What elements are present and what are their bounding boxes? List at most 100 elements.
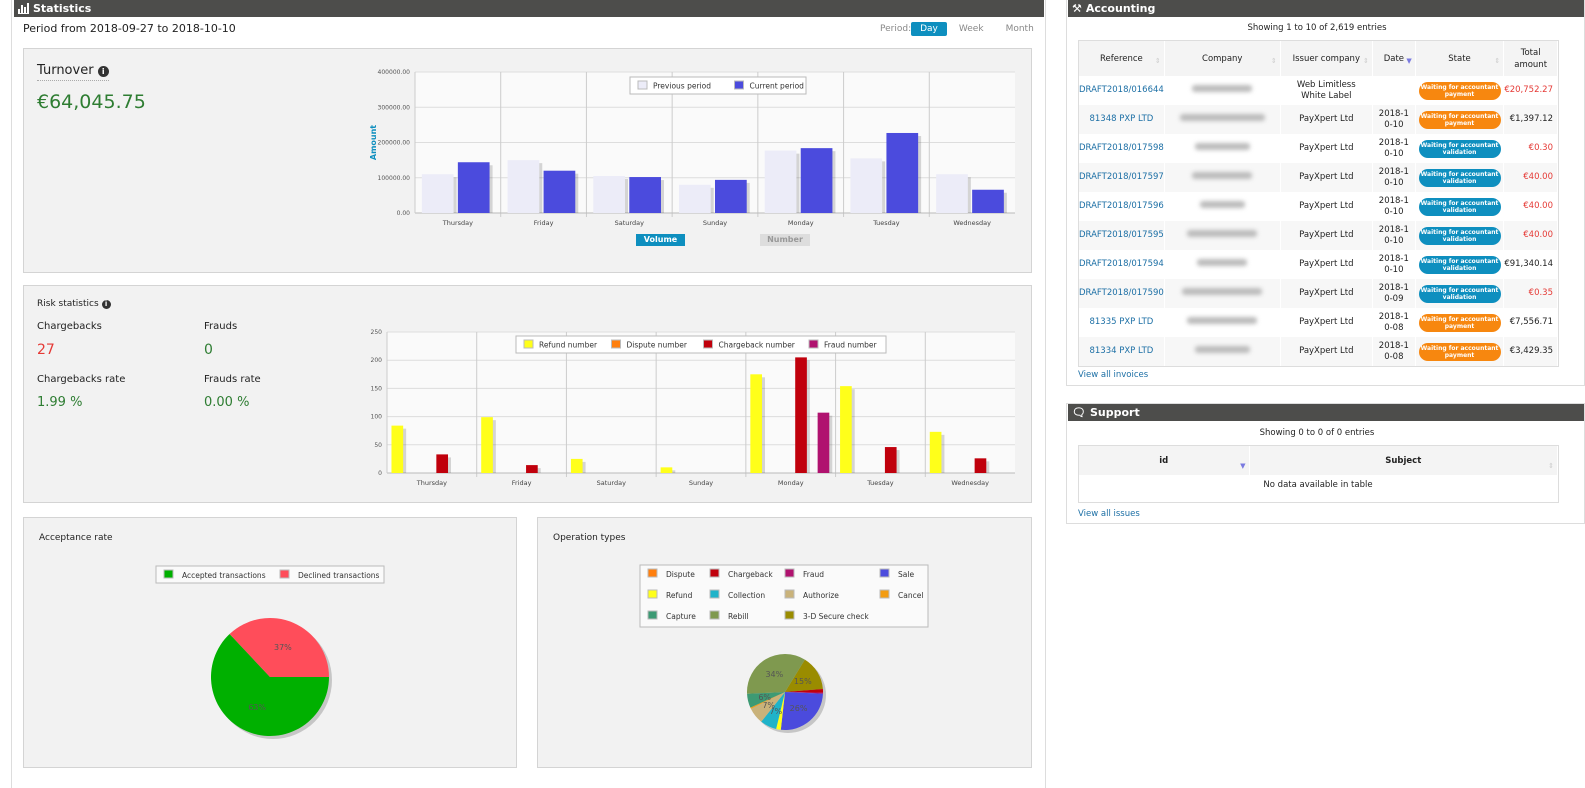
legend-label: Previous period [653,82,711,91]
issuer-company: Web Limitless White Label [1296,79,1356,101]
state-badge: Waiting for accountant validation [1418,226,1501,245]
column-label: State [1448,53,1471,64]
issuer-company: PayXpert Ltd [1299,288,1354,298]
total-amount: €0.35 [1528,288,1553,298]
legend-swatch [784,589,795,599]
column-header-id[interactable]: id ▼ [1079,446,1250,475]
column-header-company[interactable]: Company ⇕ [1164,41,1281,76]
invoice-reference-link[interactable]: 81335 PXP LTD [1089,317,1153,327]
legend-swatch [647,589,658,599]
invoice-reference-link[interactable]: 81348 PXP LTD [1089,114,1153,124]
legend-swatch [808,339,819,349]
table-row[interactable]: DRAFT2018/017596 PayXpert Ltd 2018-10-10 Wa… [1079,192,1558,221]
turnover-title-text: Turnover [37,63,94,78]
legend-label: Authorize [803,591,839,600]
bar-previous-period [936,174,968,213]
table-row[interactable]: DRAFT2018/017595 PayXpert Ltd 2018-10-10 Wa… [1079,221,1558,250]
x-tick-label: Monday [788,219,814,227]
bar-refund-number [481,417,493,473]
invoice-date: 2018-10-10 [1378,224,1409,246]
column-header-subject[interactable]: Subject ⇕ [1249,446,1558,475]
company-name-redacted [1187,317,1258,324]
total-amount: €40.00 [1523,230,1553,240]
column-header-issuer-company[interactable]: Issuer company ⇕ [1280,41,1373,76]
invoice-reference-link[interactable]: DRAFT2018/017590 [1079,288,1164,298]
pie-label: 6% [758,693,771,702]
column-header-state[interactable]: State ⇕ [1415,41,1505,76]
state-badge: Waiting for accountant payment [1418,313,1501,332]
invoice-date: 2018-10-09 [1378,282,1409,304]
table-row[interactable]: 81348 PXP LTD PayXpert Ltd 2018-10-10 Waiti… [1079,105,1558,134]
legend-label: Declined transactions [298,571,380,580]
legend-label: Chargeback number [719,341,796,350]
chargebacks-rate-label: Chargebacks rate [37,374,126,385]
legend-swatch [879,568,890,578]
legend-swatch [709,610,720,620]
info-icon[interactable]: i [101,300,111,309]
legend-swatch [784,610,795,620]
x-tick-label: Friday [534,219,554,227]
column-header-reference[interactable]: Reference ⇕ [1079,41,1165,76]
period-week-button[interactable]: Week [959,24,984,34]
y-tick-label: 300000.00 [378,104,411,111]
column-divider [1045,0,1046,788]
invoice-reference-link[interactable]: DRAFT2018/017596 [1079,201,1164,211]
table-row[interactable]: DRAFT2018/017590 PayXpert Ltd 2018-10-09 Wa… [1079,279,1558,308]
operations-pie-chart: 15%26%7%7%6%34%Dispute Chargeback Fraud Sal… [639,564,929,733]
invoice-date: 2018-10-10 [1378,253,1409,275]
x-tick-label: Sunday [689,479,713,487]
number-button[interactable]: Number [760,234,810,246]
legend-label: Cancel [898,591,923,600]
table-row[interactable]: DRAFT2018/017597 PayXpert Ltd 2018-10-10 Wa… [1079,163,1558,192]
total-amount: €40.00 [1523,172,1553,182]
issuer-company: PayXpert Ltd [1299,259,1354,269]
period-month-button[interactable]: Month [1006,24,1034,34]
company-name-redacted [1194,346,1250,353]
table-row[interactable]: DRAFT2018/017594 PayXpert Ltd 2018-10-10 Wa… [1079,250,1558,279]
issuer-company: PayXpert Ltd [1299,172,1354,182]
column-header-date[interactable]: Date ▼ [1372,41,1416,76]
y-tick-label: 150 [371,385,383,392]
invoice-reference-link[interactable]: DRAFT2018/017597 [1079,172,1164,182]
table-row[interactable]: DRAFT2018/017598 PayXpert Ltd 2018-10-10 Wa… [1079,134,1558,163]
view-all-invoices-link[interactable]: View all invoices [1078,370,1148,380]
legend-label: Dispute number [627,341,688,350]
invoice-date: 2018-10-08 [1378,311,1409,333]
turnover-title: Turnover i [37,63,109,81]
accounting-showing: Showing 1 to 10 of 2,619 entries [1247,23,1387,33]
column-header-total-amount[interactable]: Total amount [1503,41,1558,76]
sort-icon: ⇕ [1154,57,1161,65]
invoice-reference-link[interactable]: DRAFT2018/017594 [1079,259,1164,269]
legend-label: Chargeback [728,570,773,579]
invoice-reference-link[interactable]: DRAFT2018/016644 [1079,85,1164,95]
total-amount: €91,340.14 [1504,259,1553,269]
invoice-reference-link[interactable]: DRAFT2018/017598 [1079,143,1164,153]
state-badge: Waiting for accountant validation [1418,255,1501,274]
column-id-label: id [1159,455,1169,466]
frauds-rate-value: 0.00 % [204,395,250,410]
legend-swatch [647,568,658,578]
bar-current-period [800,148,833,213]
state-badge: Waiting for accountant payment [1418,81,1501,100]
company-name-redacted [1192,172,1253,179]
info-icon[interactable]: i [97,66,109,77]
y-tick-label: 0 [378,470,382,477]
period-day-button[interactable]: Day [911,22,947,36]
view-all-issues-link[interactable]: View all issues [1078,509,1140,519]
x-tick-label: Wednesday [951,479,989,487]
y-tick-label: 0.00 [397,210,411,217]
risk-title: Risk statistics i [37,299,111,309]
invoice-reference-link[interactable]: DRAFT2018/017595 [1079,230,1164,240]
table-row[interactable]: 81335 PXP LTD PayXpert Ltd 2018-10-08 Waiti… [1079,308,1558,337]
invoice-date: 2018-10-10 [1378,195,1409,217]
bar-refund-number [570,458,583,473]
sort-desc-icon: ▼ [1240,462,1246,470]
x-tick-label: Saturday [615,219,644,227]
legend-label: Fraud [803,570,824,579]
sort-icon: ⇕ [1494,57,1501,65]
table-row[interactable]: DRAFT2018/016644 Web Limitless White Labe… [1079,76,1558,105]
volume-button[interactable]: Volume [636,234,685,246]
table-row[interactable]: 81334 PXP LTD PayXpert Ltd 2018-10-08 Waiti… [1079,337,1558,366]
invoice-reference-link[interactable]: 81334 PXP LTD [1089,346,1153,356]
state-badge: Waiting for accountant validation [1418,284,1501,303]
